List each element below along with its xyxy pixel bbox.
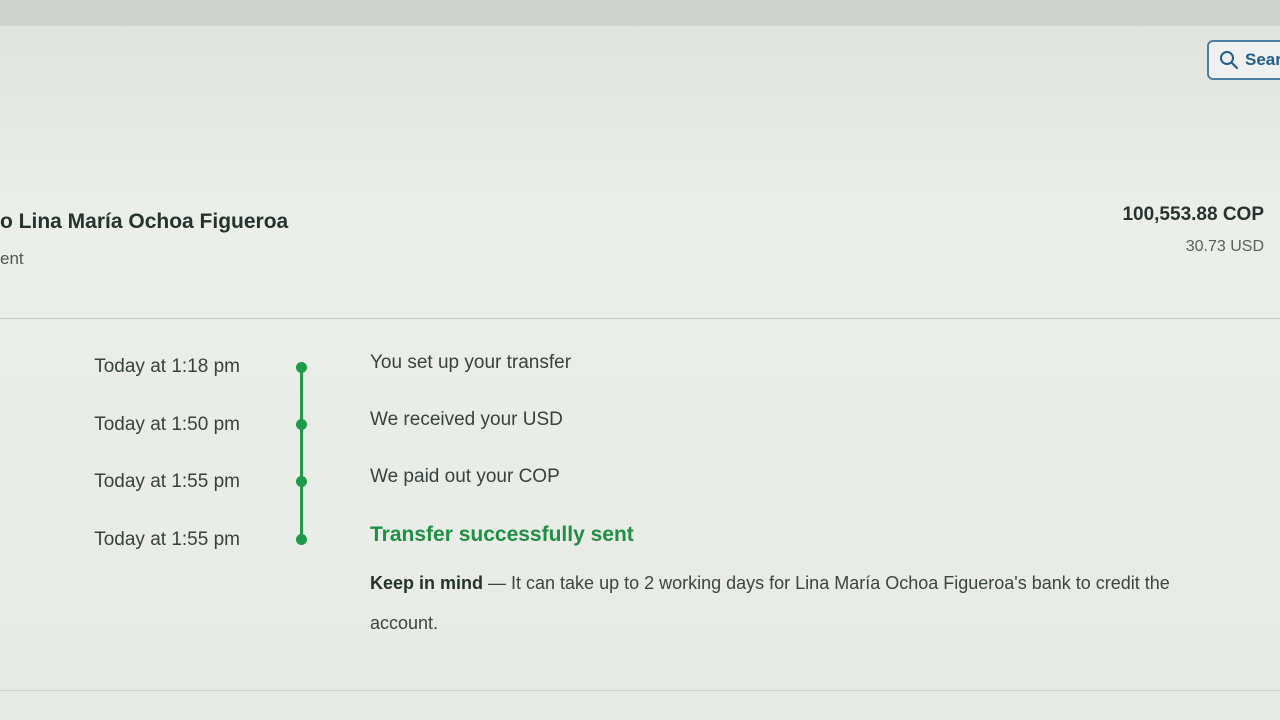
note-text: — It can take up to 2 working days for L… [370, 573, 1170, 633]
timeline-steps: You set up your transfer We received you… [370, 352, 1230, 643]
timeline-step: We received your USD [370, 409, 563, 430]
section-divider [0, 318, 1280, 319]
bottom-divider [0, 690, 1280, 691]
timeline-dot [296, 362, 307, 373]
timeline-time: Today at 1:55 pm [94, 471, 240, 492]
timeline-dot [296, 534, 307, 545]
search-label: Sear [1245, 50, 1280, 69]
transfer-details-screen: Sear o Lina María Ochoa Figueroa ent 100… [0, 0, 1280, 720]
timeline-step: We paid out your COP [370, 466, 560, 487]
timeline-times: Today at 1:18 pm Today at 1:50 pm Today … [60, 356, 240, 586]
transfer-status-label: ent [0, 249, 24, 268]
timeline-time: Today at 1:50 pm [94, 413, 240, 435]
note-label: Keep in mind [370, 573, 484, 593]
recipient-name: o Lina María Ochoa Figueroa [0, 210, 289, 233]
timeline-dot [296, 419, 307, 430]
amount-primary: 100,553.88 COP [1122, 204, 1264, 225]
timeline-time: Today at 1:18 pm [94, 356, 240, 377]
timeline-time: Today at 1:55 pm [94, 528, 240, 550]
progress-timeline [295, 362, 309, 545]
timeline-step-success: Transfer successfully sent [370, 523, 634, 546]
timeline-step: You set up your transfer [370, 352, 572, 373]
top-strip [0, 0, 1280, 26]
search-button[interactable]: Sear [1207, 40, 1280, 80]
timeline-line [300, 366, 303, 538]
search-icon [1220, 51, 1239, 70]
timeline-dot [296, 476, 307, 487]
amount-secondary: 30.73 USD [1185, 238, 1264, 255]
keep-in-mind-note: Keep in mind — It can take up to 2 worki… [370, 563, 1200, 643]
